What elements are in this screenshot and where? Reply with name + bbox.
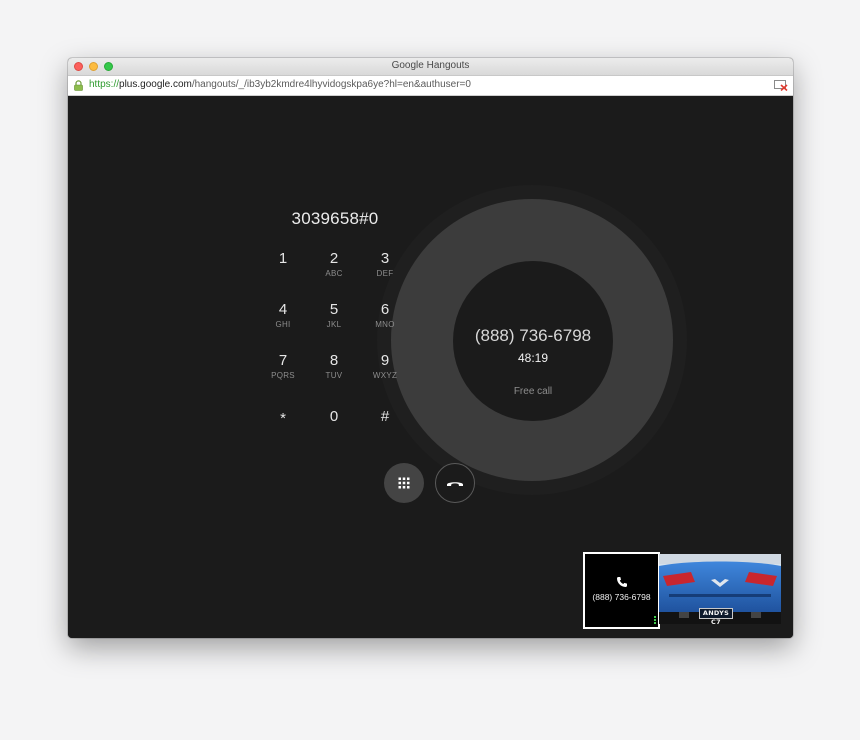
key-letters: JKL bbox=[326, 320, 342, 329]
title-bar: Google Hangouts bbox=[68, 58, 793, 76]
dialpad-icon bbox=[398, 477, 410, 489]
license-plate: ANDYS C7 bbox=[699, 608, 733, 624]
dialpad-key-2[interactable]: 2 ABC bbox=[314, 250, 354, 278]
dialpad-key-6[interactable]: 6 MNO bbox=[365, 301, 405, 329]
url-text[interactable]: https://plus.google.com/hangouts/_/ib3yb… bbox=[89, 79, 471, 90]
lock-icon bbox=[74, 80, 83, 91]
key-letters: ABC bbox=[325, 269, 343, 278]
hang-up-button[interactable] bbox=[435, 463, 475, 503]
dialpad-key-star[interactable]: * bbox=[263, 410, 303, 429]
phone-icon bbox=[617, 577, 627, 587]
tile-call-number: (888) 736-6798 bbox=[592, 592, 651, 602]
key-digit: 4 bbox=[278, 301, 288, 318]
key-digit: 5 bbox=[329, 301, 339, 318]
key-letters: GHI bbox=[275, 320, 291, 329]
key-digit: 3 bbox=[380, 250, 390, 267]
key-letters: TUV bbox=[325, 371, 343, 380]
dialpad-key-4[interactable]: 4 GHI bbox=[263, 301, 303, 329]
dialpad-key-5[interactable]: 5 JKL bbox=[314, 301, 354, 329]
window-title: Google Hangouts bbox=[391, 60, 470, 71]
key-digit: 2 bbox=[329, 250, 339, 267]
signal-strength-icon bbox=[654, 616, 656, 624]
dialpad-key-1[interactable]: 1 bbox=[263, 250, 303, 269]
dialpad-key-9[interactable]: 9 WXYZ bbox=[365, 352, 405, 380]
address-bar[interactable]: https://plus.google.com/hangouts/_/ib3yb… bbox=[68, 76, 793, 96]
key-digit: * bbox=[280, 410, 286, 427]
hang-up-icon bbox=[447, 482, 463, 486]
call-cost-note: Free call bbox=[513, 386, 553, 397]
call-duration: 48:19 bbox=[517, 351, 549, 365]
dialpad-key-hash[interactable]: # bbox=[365, 408, 405, 427]
browser-window: Google Hangouts https://plus.google.com/… bbox=[68, 58, 793, 638]
key-digit: 7 bbox=[278, 352, 288, 369]
url-scheme: https:// bbox=[89, 79, 120, 90]
dialed-number: 3039658#0 bbox=[291, 209, 379, 228]
dialpad-key-7[interactable]: 7 PQRS bbox=[263, 352, 303, 380]
call-participant-tile[interactable]: (888) 736-6798 bbox=[583, 552, 660, 629]
dialpad-key-3[interactable]: 3 DEF bbox=[365, 250, 405, 278]
dialpad-key-0[interactable]: 0 bbox=[314, 408, 354, 427]
hangouts-call-area: (888) 736-6798 48:19 Free call 3039658#0… bbox=[68, 96, 793, 638]
key-letters: PQRS bbox=[271, 371, 295, 380]
key-letters: DEF bbox=[376, 269, 394, 278]
key-letters: WXYZ bbox=[372, 371, 398, 380]
key-digit: 6 bbox=[380, 301, 390, 318]
key-letters: MNO bbox=[375, 320, 395, 329]
key-digit: # bbox=[380, 408, 390, 425]
url-host: plus.google.com bbox=[119, 79, 192, 90]
url-path: /hangouts/_/ib3yb2kmdre4lhyvidogskpa6ye?… bbox=[191, 79, 471, 90]
key-digit: 1 bbox=[278, 250, 288, 267]
key-digit: 8 bbox=[329, 352, 339, 369]
key-digit: 0 bbox=[329, 408, 339, 425]
key-digit: 9 bbox=[380, 352, 390, 369]
video-participant-tile[interactable]: ANDYS C7 bbox=[659, 554, 781, 624]
call-number: (888) 736-6798 bbox=[474, 326, 592, 345]
dialpad-toggle-button[interactable] bbox=[384, 463, 424, 503]
dialpad-key-8[interactable]: 8 TUV bbox=[314, 352, 354, 380]
blocked-popup-icon[interactable] bbox=[774, 80, 788, 91]
